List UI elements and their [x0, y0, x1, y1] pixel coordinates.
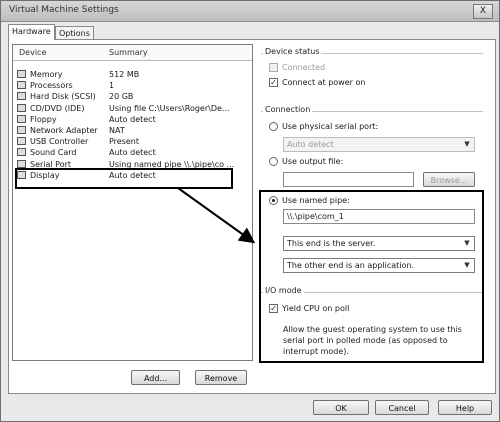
device-summary: Using file C:\Users\Roger\De... [109, 103, 230, 113]
hard-disk-icon [17, 92, 26, 101]
floppy-icon [17, 114, 26, 123]
output-file-input[interactable] [283, 172, 414, 187]
close-button[interactable]: X [473, 4, 493, 19]
use-physical-serial-port-radio[interactable] [269, 122, 278, 131]
device-row[interactable]: Hard Disk (SCSI) 20 GB [13, 91, 252, 102]
column-header-summary[interactable]: Summary [109, 48, 148, 57]
connection-title: Connection [263, 105, 313, 114]
processor-icon [17, 81, 26, 90]
use-output-file-label: Use output file: [282, 157, 344, 166]
physical-serial-port-value: Auto detect [287, 140, 334, 149]
device-name: Floppy [30, 114, 57, 124]
memory-icon [17, 70, 26, 78]
device-name: Processors [30, 81, 73, 91]
device-row[interactable]: Processors 1 [13, 80, 252, 91]
device-name: USB Controller [30, 137, 89, 147]
device-summary: 20 GB [109, 92, 134, 102]
device-summary: 512 MB [109, 70, 140, 79]
check-icon: ✓ [270, 78, 277, 87]
selected-device-highlight [15, 168, 233, 189]
device-name: Memory [30, 70, 63, 79]
browse-button[interactable]: Browse... [423, 172, 475, 187]
device-status-title: Device status [263, 47, 322, 56]
device-summary: Auto detect [109, 148, 156, 158]
device-row[interactable]: CD/DVD (IDE) Using file C:\Users\Roger\De… [13, 103, 252, 114]
device-row[interactable]: Floppy Auto detect [13, 114, 252, 125]
device-row[interactable]: Sound Card Auto detect [13, 147, 252, 158]
title-bar: Virtual Machine Settings X [1, 1, 499, 22]
close-icon: X [479, 6, 487, 16]
connect-at-power-on-label: Connect at power on [282, 78, 366, 87]
tab-options[interactable]: Options [55, 26, 94, 40]
virtual-machine-settings-window: Virtual Machine Settings X Hardware Opti… [0, 0, 500, 422]
device-name: Network Adapter [30, 126, 98, 135]
device-summary: Present [109, 137, 140, 147]
device-row[interactable]: USB Controller Present [13, 136, 252, 147]
tab-hardware[interactable]: Hardware [8, 24, 55, 40]
use-physical-serial-port-label: Use physical serial port: [282, 122, 379, 131]
device-summary: NAT [109, 126, 125, 135]
device-list-header: Device Summary [13, 45, 252, 61]
connect-at-power-on-checkbox[interactable]: ✓ [269, 78, 278, 87]
device-row[interactable]: Network Adapter NAT [13, 125, 252, 136]
network-adapter-icon [17, 126, 26, 134]
column-header-device[interactable]: Device [19, 48, 46, 57]
use-output-file-radio[interactable] [269, 157, 278, 166]
cd-dvd-icon [17, 103, 26, 112]
physical-serial-port-select[interactable]: Auto detect ▼ [283, 137, 475, 152]
chevron-down-icon: ▼ [464, 140, 470, 148]
device-summary: 1 [109, 81, 115, 91]
device-row[interactable]: Memory 512 MB [13, 69, 252, 80]
device-list[interactable]: Device Summary Memory 512 MB Processors 1 Ha… [12, 44, 253, 361]
cancel-button[interactable]: Cancel [375, 400, 429, 415]
ok-button[interactable]: OK [313, 400, 369, 415]
connected-label: Connected [282, 63, 326, 72]
remove-button[interactable]: Remove [195, 370, 247, 385]
connected-checkbox[interactable] [269, 63, 278, 72]
window-title: Virtual Machine Settings [9, 5, 119, 15]
device-name: CD/DVD (IDE) [30, 103, 85, 113]
serial-port-icon [17, 159, 26, 168]
help-button[interactable]: Help [438, 400, 492, 415]
device-summary: Auto detect [109, 114, 156, 124]
usb-icon [17, 137, 26, 146]
device-name: Hard Disk (SCSI) [30, 92, 96, 102]
sound-card-icon [17, 148, 26, 157]
named-pipe-focus-box [259, 190, 484, 363]
add-button[interactable]: Add... [131, 370, 180, 385]
device-name: Sound Card [30, 148, 77, 158]
